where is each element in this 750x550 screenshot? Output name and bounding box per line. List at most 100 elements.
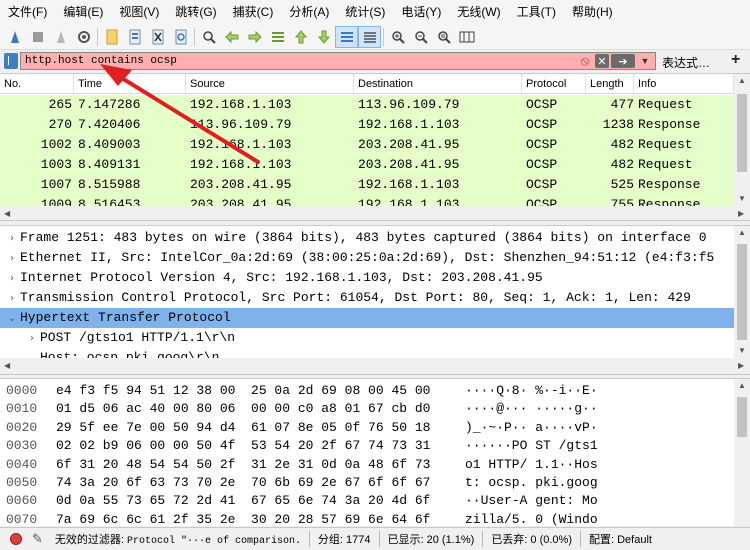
hex-offset[interactable]: 0040 (6, 455, 37, 475)
chevron-right-icon[interactable]: › (4, 269, 20, 288)
chevron-down-icon[interactable]: ⌄ (4, 309, 20, 328)
column-header-protocol[interactable]: Protocol (522, 74, 586, 94)
display-filter-input[interactable]: http.host contains ocsp ⦸ ✕ ➔ ▼ (20, 52, 656, 70)
menu-item-2[interactable]: 视图(V) (111, 0, 167, 24)
menu-item-1[interactable]: 编辑(E) (55, 0, 111, 24)
details-scrollbar[interactable]: ▲ ▼ (734, 226, 750, 358)
reload-icon[interactable] (169, 26, 192, 48)
menu-item-8[interactable]: 无线(W) (449, 0, 508, 24)
go-forward-icon[interactable] (243, 26, 266, 48)
hex-bytes[interactable]: 01 d5 06 ac 40 00 80 06 00 00 c0 a8 01 6… (56, 399, 430, 419)
go-to-packet-icon[interactable] (266, 26, 289, 48)
restart-icon[interactable] (49, 26, 72, 48)
table-row[interactable]: 1007 8.515988 203.208.41.95 192.168.1.103 OC… (0, 175, 734, 195)
packet-list-hscrollbar[interactable]: ◀ ▶ (0, 206, 750, 220)
tree-item[interactable]: › Transmission Control Protocol, Src Port… (0, 288, 734, 308)
chevron-right-icon[interactable]: › (4, 289, 20, 308)
ascii-bytes[interactable]: ····Q·8· %·-i··E· (465, 381, 598, 401)
go-back-icon[interactable] (220, 26, 243, 48)
add-filter-button[interactable]: + (731, 51, 740, 69)
table-row[interactable]: 1003 8.409131 192.168.1.103 203.208.41.95 OC… (0, 155, 734, 175)
menu-item-10[interactable]: 帮助(H) (564, 0, 621, 24)
hex-bytes[interactable]: 74 3a 20 6f 63 73 70 2e 70 6b 69 2e 67 6… (56, 473, 430, 493)
hex-offset[interactable]: 0010 (6, 399, 37, 419)
hex-bytes[interactable]: 7a 69 6c 6c 61 2f 35 2e 30 20 28 57 69 6… (56, 510, 430, 526)
save-file-icon[interactable] (123, 26, 146, 48)
column-header-destination[interactable]: Destination (354, 74, 522, 94)
ascii-bytes[interactable]: ····@··· ·····g·· (465, 399, 598, 419)
hex-offset[interactable]: 0070 (6, 510, 37, 526)
scroll-thumb[interactable] (737, 244, 747, 340)
edit-comment-icon[interactable]: ✎ (32, 531, 43, 547)
packet-list-header: No. Time Source Destination Protocol Length In… (0, 74, 734, 94)
menu-item-6[interactable]: 统计(S) (337, 0, 393, 24)
close-file-icon[interactable] (146, 26, 169, 48)
details-hscrollbar[interactable]: ◀ ▶ (0, 358, 750, 374)
colorize-icon[interactable] (358, 25, 381, 48)
autoscroll-icon[interactable] (335, 25, 358, 48)
hex-offset[interactable]: 0000 (6, 381, 37, 401)
filter-text[interactable]: http.host contains ocsp (21, 55, 577, 67)
shark-fin-start-icon[interactable] (3, 26, 26, 48)
column-header-no[interactable]: No. (0, 74, 74, 94)
tree-item[interactable]: › Frame 1251: 483 bytes on wire (3864 bit… (0, 228, 734, 248)
ascii-bytes[interactable]: zilla/5. 0 (Windo (465, 510, 598, 526)
menu-item-3[interactable]: 跳转(G) (167, 0, 224, 24)
resize-columns-icon[interactable] (455, 26, 478, 48)
status-profile[interactable]: 配置: Default (585, 531, 656, 547)
packet-list-scrollbar[interactable]: ▲ ▼ (734, 74, 750, 206)
tree-item[interactable]: › Internet Protocol Version 4, Src: 192.1… (0, 268, 734, 288)
table-row[interactable]: 1002 8.409003 192.168.1.103 203.208.41.95 OC… (0, 135, 734, 155)
hex-offset[interactable]: 0020 (6, 418, 37, 438)
open-file-icon[interactable] (100, 26, 123, 48)
chevron-right-icon[interactable]: › (4, 249, 20, 268)
scroll-thumb[interactable] (737, 397, 747, 437)
options-gear-icon[interactable] (72, 26, 95, 48)
hex-offset[interactable]: 0050 (6, 473, 37, 493)
hex-offset[interactable]: 0060 (6, 491, 37, 511)
column-header-time[interactable]: Time (74, 74, 186, 94)
ascii-bytes[interactable]: ······PO ST /gts1 (465, 436, 598, 456)
hex-bytes[interactable]: e4 f3 f5 94 51 12 38 00 25 0a 2d 69 08 0… (56, 381, 430, 401)
zoom-out-icon[interactable] (409, 26, 432, 48)
menu-item-9[interactable]: 工具(T) (509, 0, 564, 24)
zoom-in-icon[interactable] (386, 26, 409, 48)
column-header-length[interactable]: Length (586, 74, 634, 94)
hex-bytes[interactable]: 0d 0a 55 73 65 72 2d 41 67 65 6e 74 3a 2… (56, 491, 430, 511)
hex-bytes[interactable]: 29 5f ee 7e 00 50 94 d4 61 07 8e 05 0f 7… (56, 418, 430, 438)
tree-item[interactable]: ⌄ Hypertext Transfer Protocol (0, 308, 734, 328)
menu-item-4[interactable]: 捕获(C) (225, 0, 282, 24)
bookmark-icon[interactable] (4, 53, 18, 69)
close-icon[interactable]: ✕ (595, 54, 609, 68)
hex-bytes[interactable]: 02 02 b9 06 00 00 50 4f 53 54 20 2f 67 7… (56, 436, 430, 456)
table-row[interactable]: 265 7.147286 192.168.1.103 113.96.109.79 OCS… (0, 95, 734, 115)
menu-item-5[interactable]: 分析(A) (281, 0, 337, 24)
chevron-right-icon[interactable]: › (4, 229, 20, 248)
tree-item[interactable]: › POST /gts1o1 HTTP/1.1\r\n (0, 328, 734, 348)
table-row[interactable]: 270 7.420406 113.96.109.79 192.168.1.103 OCS… (0, 115, 734, 135)
ascii-bytes[interactable]: t: ocsp. pki.goog (465, 473, 598, 493)
column-header-source[interactable]: Source (186, 74, 354, 94)
ascii-bytes[interactable]: ··User-A gent: Mo (465, 491, 598, 511)
tree-item[interactable]: › Ethernet II, Src: IntelCor_0a:2d:69 (38… (0, 248, 734, 268)
hex-bytes[interactable]: 6f 31 20 48 54 54 50 2f 31 2e 31 0d 0a 4… (56, 455, 430, 475)
clear-filter-icon[interactable]: ⦸ (577, 53, 593, 68)
column-header-info[interactable]: Info (634, 74, 734, 94)
bytes-scrollbar[interactable]: ▲ (734, 379, 750, 526)
ascii-bytes[interactable]: )_·~·P·· a····vP· (465, 418, 598, 438)
menu-item-0[interactable]: 文件(F) (0, 0, 55, 24)
find-icon[interactable] (197, 26, 220, 48)
apply-filter-icon[interactable]: ➔ (611, 54, 635, 68)
go-first-icon[interactable] (289, 26, 312, 48)
expression-button[interactable]: 表达式… (662, 54, 710, 71)
expert-info-icon[interactable] (10, 533, 22, 545)
go-last-icon[interactable] (312, 26, 335, 48)
hex-offset[interactable]: 0030 (6, 436, 37, 456)
menu-item-7[interactable]: 电话(Y) (393, 0, 449, 24)
chevron-down-icon[interactable]: ▼ (637, 54, 653, 68)
stop-icon[interactable] (26, 26, 49, 48)
scroll-thumb[interactable] (737, 94, 747, 172)
chevron-right-icon[interactable]: › (24, 329, 40, 348)
ascii-bytes[interactable]: o1 HTTP/ 1.1··Hos (465, 455, 598, 475)
zoom-normal-icon[interactable] (432, 26, 455, 48)
